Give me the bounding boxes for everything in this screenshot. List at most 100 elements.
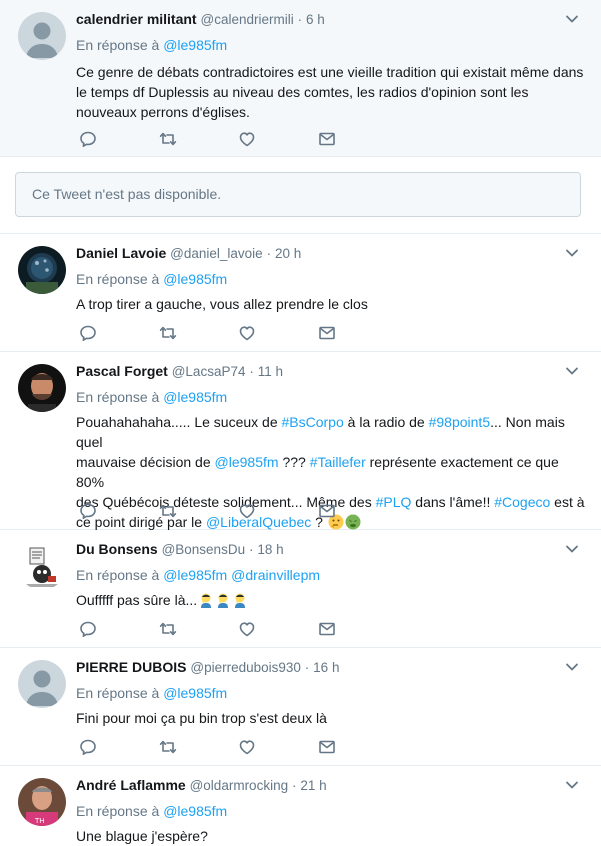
display-name[interactable]: André Laflamme — [76, 777, 186, 793]
retweet-icon[interactable] — [158, 737, 178, 757]
avatar[interactable]: TH — [18, 778, 66, 826]
avatar[interactable] — [18, 364, 66, 412]
heart-icon[interactable] — [237, 323, 257, 343]
reply-mention[interactable]: @le985fm — [163, 803, 227, 819]
username[interactable]: @daniel_lavoie — [170, 246, 263, 261]
avatar-image — [18, 542, 66, 590]
retweet-icon[interactable] — [158, 129, 178, 149]
envelope-icon[interactable] — [317, 737, 337, 757]
chevron-down-icon[interactable] — [565, 246, 579, 260]
avatar[interactable] — [18, 542, 66, 590]
reply-icon[interactable] — [78, 737, 98, 757]
avatar[interactable] — [18, 246, 66, 294]
retweet-icon[interactable] — [158, 619, 178, 639]
heart-icon[interactable] — [237, 501, 257, 521]
reply-icon[interactable] — [78, 323, 98, 343]
reply-prefix: En réponse à — [76, 567, 160, 583]
timestamp[interactable]: 11 h — [258, 364, 283, 379]
envelope-icon[interactable] — [317, 323, 337, 343]
username[interactable]: @oldarmrocking — [190, 778, 289, 793]
tweet-header: Du Bonsens @BonsensDu · 18 h — [76, 540, 587, 558]
avatar-image — [18, 364, 66, 412]
display-name[interactable]: PIERRE DUBOIS — [76, 659, 186, 675]
reply-mention[interactable]: @le985fm — [163, 567, 227, 583]
tweet[interactable]: Pascal Forget @LacsaP74 · 11 h En répons… — [0, 352, 601, 530]
reply-context: En réponse à @le985fm — [76, 388, 587, 406]
retweet-icon[interactable] — [158, 323, 178, 343]
reply-mention[interactable]: @le985fm — [163, 37, 227, 53]
tweet-text: A trop tirer a gauche, vous allez prendr… — [76, 296, 368, 312]
reply-mention[interactable]: @le985fm — [163, 389, 227, 405]
reply-icon[interactable] — [78, 129, 98, 149]
reply-icon[interactable] — [78, 619, 98, 639]
default-avatar-icon — [18, 660, 66, 708]
reply-icon[interactable] — [78, 501, 98, 521]
tweet[interactable]: TH André Laflamme @oldarmrocking · 21 h … — [0, 766, 601, 846]
timestamp[interactable]: 21 h — [300, 778, 326, 793]
reply-mention[interactable]: @le985fm — [163, 685, 227, 701]
tweet[interactable]: calendrier militant @calendriermili · 6 … — [0, 0, 601, 157]
tweet[interactable]: Daniel Lavoie @daniel_lavoie · 20 h En r… — [0, 234, 601, 352]
reply-mention[interactable]: @drainvillepm — [231, 567, 320, 583]
svg-text:TH: TH — [34, 817, 45, 825]
hashtag-link[interactable]: #PLQ — [376, 494, 412, 510]
retweet-icon[interactable] — [158, 501, 178, 521]
display-name[interactable]: Du Bonsens — [76, 541, 158, 557]
man-facepalming-icon — [218, 593, 229, 608]
tweet[interactable]: Du Bonsens @BonsensDu · 18 h En réponse … — [0, 530, 601, 648]
tweet-text: Ce genre de débats contradictoires est u… — [76, 62, 587, 122]
display-name[interactable]: Pascal Forget — [76, 363, 168, 379]
hashtag-link[interactable]: #BsCorpo — [282, 414, 344, 430]
tweet-text: Oufffff pas sûre là... — [76, 590, 587, 610]
man-facepalming-icon — [201, 593, 212, 608]
tweet-actions — [76, 619, 356, 639]
username[interactable]: @LacsaP74 — [172, 364, 246, 379]
heart-icon[interactable] — [237, 737, 257, 757]
man-facepalming-icon — [235, 593, 246, 608]
text-segment: est à — [550, 494, 585, 510]
hashtag-link[interactable]: #Cogeco — [494, 494, 550, 510]
tweet-text: Fini pour moi ça pu bin trop s'est deux … — [76, 710, 327, 726]
username[interactable]: @pierredubois930 — [190, 660, 301, 675]
chevron-down-icon[interactable] — [565, 12, 579, 26]
reply-context: En réponse à @le985fm — [76, 270, 587, 288]
tweet-text-line: mauvaise décision de @le985fm ??? #Taill… — [76, 452, 587, 492]
display-name[interactable]: calendrier militant — [76, 11, 197, 27]
avatar[interactable] — [18, 12, 66, 60]
timestamp[interactable]: 20 h — [275, 246, 301, 261]
chevron-down-icon[interactable] — [565, 660, 579, 674]
timestamp[interactable]: 6 h — [306, 12, 325, 27]
text-segment: à la radio de — [343, 414, 429, 430]
tweet-actions — [76, 129, 356, 149]
heart-icon[interactable] — [237, 129, 257, 149]
tweet-text-line: Pouahahahaha..... Le suceux de #BsCorpo … — [76, 412, 587, 452]
reply-prefix: En réponse à — [76, 803, 160, 819]
reply-context: En réponse à @le985fm @drainvillepm — [76, 566, 587, 584]
chevron-down-icon[interactable] — [565, 542, 579, 556]
mention-link[interactable]: @le985fm — [215, 454, 279, 470]
text-segment: mauvaise décision de — [76, 454, 215, 470]
username[interactable]: @calendriermili — [200, 12, 293, 27]
tweet-actions — [76, 737, 356, 757]
hashtag-link[interactable]: #Taillefer — [310, 454, 366, 470]
chevron-down-icon[interactable] — [565, 778, 579, 792]
text-segment: Oufffff pas sûre là... — [76, 592, 198, 608]
envelope-icon[interactable] — [317, 129, 337, 149]
display-name[interactable]: Daniel Lavoie — [76, 245, 166, 261]
reply-context: En réponse à @le985fm — [76, 802, 587, 820]
envelope-icon[interactable] — [317, 501, 337, 521]
username[interactable]: @BonsensDu — [162, 542, 246, 557]
reply-mention[interactable]: @le985fm — [163, 271, 227, 287]
heart-icon[interactable] — [237, 619, 257, 639]
tweet-unavailable-notice: Ce Tweet n'est pas disponible. — [15, 172, 581, 217]
tweet[interactable]: PIERRE DUBOIS @pierredubois930 · 16 h En… — [0, 648, 601, 766]
reply-context: En réponse à @le985fm — [76, 684, 587, 702]
separator-dot: · — [266, 246, 272, 261]
hashtag-link[interactable]: #98point5 — [429, 414, 491, 430]
timestamp[interactable]: 16 h — [313, 660, 339, 675]
avatar-image — [18, 246, 66, 294]
timestamp[interactable]: 18 h — [257, 542, 283, 557]
avatar[interactable] — [18, 660, 66, 708]
chevron-down-icon[interactable] — [565, 364, 579, 378]
envelope-icon[interactable] — [317, 619, 337, 639]
